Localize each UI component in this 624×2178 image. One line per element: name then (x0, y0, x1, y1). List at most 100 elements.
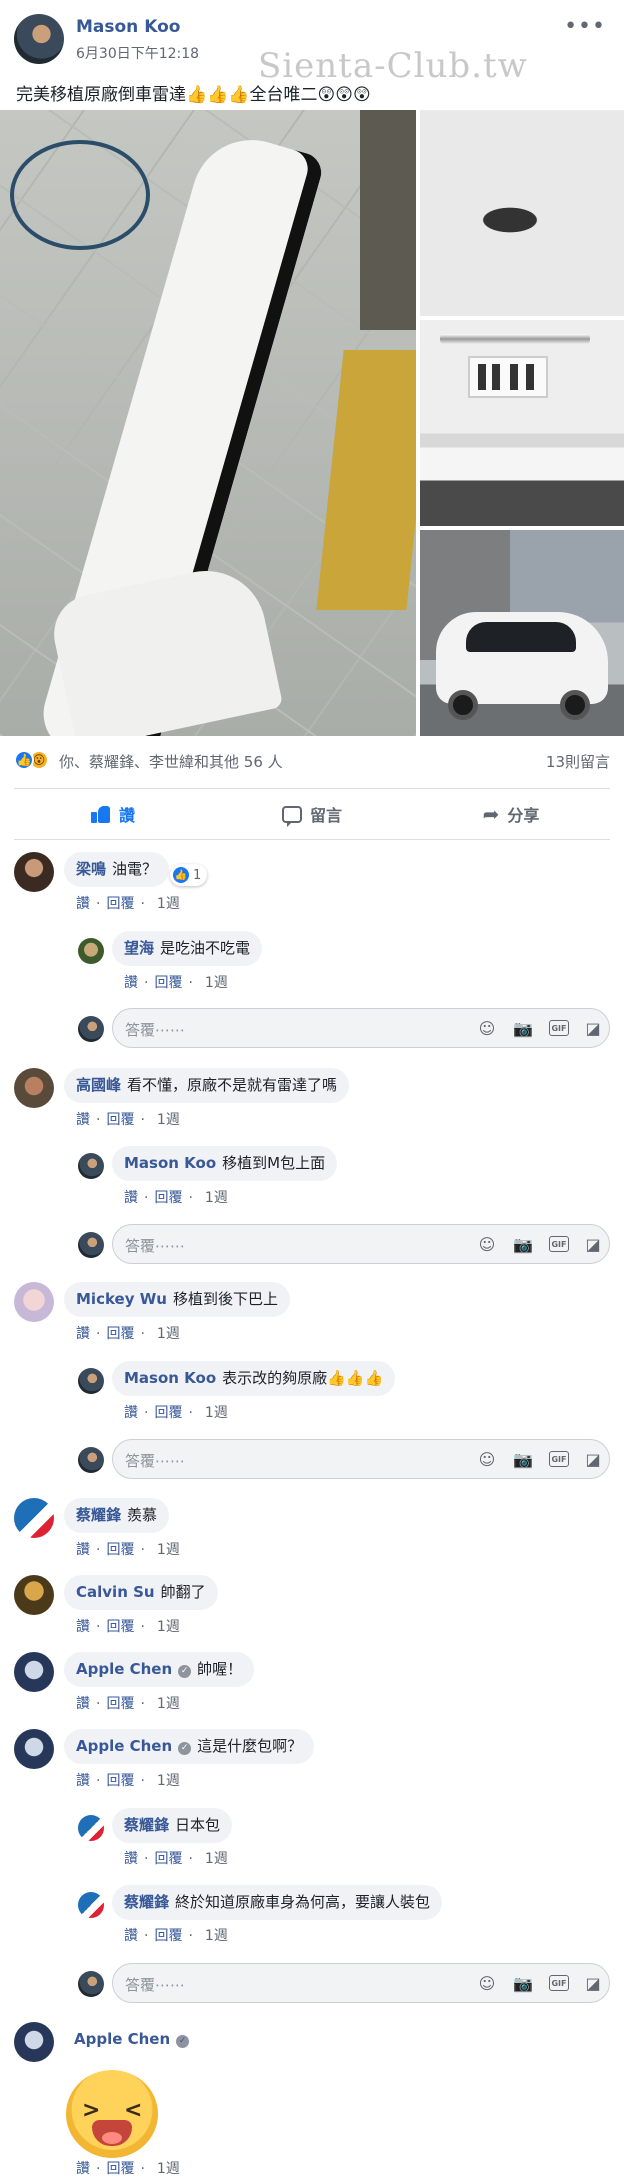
camera-icon[interactable]: 📷 (513, 1234, 533, 1254)
photo-sensor-closeup[interactable] (420, 110, 624, 316)
commenter-avatar[interactable] (14, 852, 54, 892)
commenter-name[interactable]: 望海 (124, 939, 154, 957)
laughing-sticker[interactable]: > < (66, 2070, 158, 2158)
commenter-name[interactable]: Calvin Su (76, 1583, 155, 1601)
author-name[interactable]: Mason Koo (76, 17, 180, 37)
comment-like-link[interactable]: 讚 (124, 1928, 138, 1944)
comment-age[interactable]: 1週 (205, 1928, 228, 1944)
commenter-name[interactable]: Apple Chen (76, 1660, 172, 1678)
comment-reply-link[interactable]: 回覆 (106, 2161, 134, 2177)
comment-button[interactable]: 留言 (213, 790, 411, 838)
emoji-icon[interactable]: ☺ (477, 1234, 497, 1254)
comment-age[interactable]: 1週 (157, 2161, 180, 2177)
commenter-avatar[interactable] (14, 1729, 54, 1769)
commenter-avatar[interactable] (14, 1068, 54, 1108)
commenter-avatar[interactable] (14, 1652, 54, 1692)
comment-reply-link[interactable]: 回覆 (154, 1928, 182, 1944)
camera-icon[interactable]: 📷 (513, 1449, 533, 1469)
reply-avatar[interactable] (78, 1892, 104, 1918)
commenter-avatar[interactable] (14, 1575, 54, 1615)
comment-age[interactable]: 1週 (205, 975, 228, 991)
comment-like-link[interactable]: 讚 (124, 1190, 138, 1206)
comment-age[interactable]: 1週 (157, 1696, 180, 1712)
commenter-name[interactable]: Apple Chen (74, 2030, 170, 2048)
comment-reply-link[interactable]: 回覆 (106, 896, 134, 912)
sticker-icon[interactable]: ◪ (583, 1973, 603, 1993)
comment-like-link[interactable]: 讚 (124, 1405, 138, 1421)
gif-icon[interactable]: GIF (549, 1451, 569, 1467)
reply-avatar[interactable] (78, 1368, 104, 1394)
comment-reply-link[interactable]: 回覆 (154, 1190, 182, 1206)
comment-reply-link[interactable]: 回覆 (154, 1851, 182, 1867)
sticker-icon[interactable]: ◪ (583, 1234, 603, 1254)
commenter-name[interactable]: Mickey Wu (76, 1290, 167, 1308)
commenter-name[interactable]: Mason Koo (124, 1154, 216, 1172)
reaction-names[interactable]: 你、蔡耀鋒、李世緯和其他 56 人 (59, 751, 283, 772)
comment-like-link[interactable]: 讚 (76, 1773, 90, 1789)
comment-like-link[interactable]: 讚 (76, 1112, 90, 1128)
commenter-avatar[interactable] (14, 1498, 54, 1538)
comment-reply-link[interactable]: 回覆 (154, 1405, 182, 1421)
author-avatar[interactable] (14, 14, 64, 64)
commenter-avatar[interactable] (14, 2022, 54, 2062)
reply-input[interactable]: 答覆⋯⋯ ☺ 📷 GIF ◪ (112, 1008, 610, 1048)
comment-reply-link[interactable]: 回覆 (106, 1542, 134, 1558)
gif-icon[interactable]: GIF (549, 1975, 569, 1991)
comment-count[interactable]: 13則留言 (546, 751, 610, 772)
commenter-name[interactable]: 高國峰 (76, 1076, 121, 1094)
comment-reply-link[interactable]: 回覆 (154, 975, 182, 991)
comment-age[interactable]: 1週 (157, 1619, 180, 1635)
share-button[interactable]: ➦ 分享 (412, 790, 610, 838)
comment-age[interactable]: 1週 (157, 1326, 180, 1342)
like-button[interactable]: 讚 (14, 790, 212, 838)
comment-age[interactable]: 1週 (205, 1851, 228, 1867)
photo-bumper[interactable] (0, 110, 416, 736)
sticker-icon[interactable]: ◪ (583, 1449, 603, 1469)
post-timestamp[interactable]: 6月30日下午12:18 (76, 43, 199, 63)
commenter-name[interactable]: 蔡耀鋒 (76, 1506, 121, 1524)
sticker-icon[interactable]: ◪ (583, 1018, 603, 1038)
comment-reaction-count[interactable]: 👍 1 (170, 864, 208, 886)
gif-icon[interactable]: GIF (549, 1020, 569, 1036)
comment-reply-link[interactable]: 回覆 (106, 1112, 134, 1128)
comment-age[interactable]: 1週 (205, 1190, 228, 1206)
comment-like-link[interactable]: 讚 (124, 975, 138, 991)
commenter-name[interactable]: Mason Koo (124, 1369, 216, 1387)
comment-age[interactable]: 1週 (157, 1112, 180, 1128)
comment-like-link[interactable]: 讚 (76, 1696, 90, 1712)
comment-reply-link[interactable]: 回覆 (106, 1326, 134, 1342)
commenter-name[interactable]: Apple Chen (76, 1737, 172, 1755)
camera-icon[interactable]: 📷 (513, 1973, 533, 1993)
reply-input[interactable]: 答覆⋯⋯ ☺ 📷 GIF ◪ (112, 1224, 610, 1264)
reply-avatar[interactable] (78, 1815, 104, 1841)
gif-icon[interactable]: GIF (549, 1236, 569, 1252)
emoji-icon[interactable]: ☺ (477, 1449, 497, 1469)
comment-age[interactable]: 1週 (205, 1405, 228, 1421)
reply-avatar[interactable] (78, 938, 104, 964)
comment-like-link[interactable]: 讚 (76, 1542, 90, 1558)
commenter-name[interactable]: 蔡耀鋒 (124, 1816, 169, 1834)
comment-like-link[interactable]: 讚 (76, 2161, 90, 2177)
comment-age[interactable]: 1週 (157, 896, 180, 912)
comment-like-link[interactable]: 讚 (76, 896, 90, 912)
reply-input[interactable]: 答覆⋯⋯ ☺ 📷 GIF ◪ (112, 1439, 610, 1479)
comment-reply-link[interactable]: 回覆 (106, 1773, 134, 1789)
commenter-name[interactable]: 梁鳴 (76, 860, 106, 878)
emoji-icon[interactable]: ☺ (477, 1973, 497, 1993)
comment-age[interactable]: 1週 (157, 1773, 180, 1789)
comment-age[interactable]: 1週 (157, 1542, 180, 1558)
comment-reply-link[interactable]: 回覆 (106, 1696, 134, 1712)
commenter-name[interactable]: 蔡耀鋒 (124, 1893, 169, 1911)
comment-reply-link[interactable]: 回覆 (106, 1619, 134, 1635)
reply-avatar[interactable] (78, 1153, 104, 1179)
photo-car[interactable] (420, 530, 624, 736)
reply-input[interactable]: 答覆⋯⋯ ☺ 📷 GIF ◪ (112, 1963, 610, 2003)
camera-icon[interactable]: 📷 (513, 1018, 533, 1038)
comment-like-link[interactable]: 讚 (76, 1326, 90, 1342)
emoji-icon[interactable]: ☺ (477, 1018, 497, 1038)
comment-like-link[interactable]: 讚 (76, 1619, 90, 1635)
photo-rear-plate[interactable] (420, 320, 624, 526)
comment-like-link[interactable]: 讚 (124, 1851, 138, 1867)
reaction-summary[interactable]: 👍 😮 你、蔡耀鋒、李世緯和其他 56 人 13則留言 (14, 748, 610, 772)
commenter-avatar[interactable] (14, 1282, 54, 1322)
